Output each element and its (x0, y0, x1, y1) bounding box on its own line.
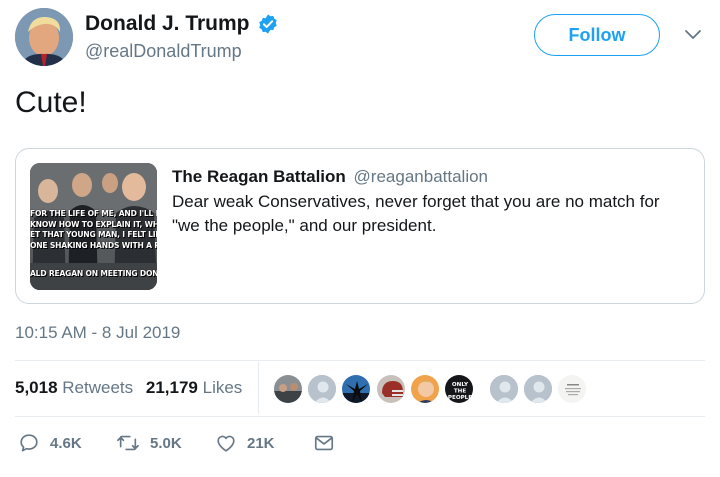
text-note-avatar (558, 375, 586, 403)
meme-caption-line: ET THAT YOUNG MAN, I FELT LIKE I W (30, 230, 157, 239)
liker-avatar[interactable] (557, 374, 587, 404)
quoted-tweet-media[interactable]: FOR THE LIFE OF ME, AND I'LL NEVER KNOW … (30, 163, 157, 290)
likes-count: 21,179 (145, 378, 198, 397)
likes-label: Likes (202, 378, 243, 397)
default-avatar (490, 375, 518, 403)
follow-button[interactable]: Follow (534, 14, 660, 56)
meme-caption-line: KNOW HOW TO EXPLAIN IT, WHEN I (30, 219, 157, 229)
reply-count: 4.6K (50, 434, 82, 452)
quoted-author-name[interactable]: The Reagan Battalion (172, 167, 346, 186)
liker-avatar[interactable] (410, 374, 440, 404)
liker-avatar[interactable] (489, 374, 519, 404)
football-helmet-avatar (377, 375, 405, 403)
quoted-tweet-card[interactable]: FOR THE LIFE OF ME, AND I'LL NEVER KNOW … (15, 148, 705, 304)
reply-action[interactable]: 4.6K (18, 432, 82, 454)
author-name-row: Donald J. Trump (85, 12, 279, 36)
tweet-stats: 5,018 Retweets 21,179 Likes (15, 378, 242, 398)
person-photo-avatar (411, 375, 439, 403)
author-avatar[interactable] (15, 8, 73, 66)
tweet-timestamp[interactable]: 10:15 AM - 8 Jul 2019 (15, 323, 180, 343)
retweet-icon (117, 435, 139, 451)
liker-avatar[interactable] (376, 374, 406, 404)
liker-avatar[interactable] (523, 374, 553, 404)
liker-avatar[interactable] (273, 374, 303, 404)
liker-avatar[interactable] (341, 374, 371, 404)
chevron-down-icon[interactable] (684, 28, 702, 42)
like-action[interactable]: 21K (215, 432, 275, 454)
divider (15, 360, 705, 361)
retweets-stat[interactable]: 5,018 Retweets (15, 378, 133, 397)
quoted-tweet-text: Dear weak Conservatives, never forget th… (172, 192, 660, 235)
silhouette-avatar (342, 375, 370, 403)
retweet-action[interactable]: 5.0K (116, 432, 182, 454)
group-photo-avatar (274, 375, 302, 403)
verified-badge-icon (258, 14, 277, 34)
meme-caption-line: FOR THE LIFE OF ME, AND I'LL NEVER (30, 209, 157, 218)
retweet-count: 5.0K (150, 434, 182, 452)
direct-message-action[interactable] (313, 432, 335, 454)
text-logo-avatar: ONLY THE PEOPLE (445, 375, 473, 403)
likes-stat[interactable]: 21,179 Likes (146, 378, 242, 397)
liker-avatar[interactable] (307, 374, 337, 404)
profile-photo (15, 8, 73, 66)
default-avatar (524, 375, 552, 403)
quoted-author-handle[interactable]: @reaganbattalion (354, 167, 488, 186)
envelope-icon (314, 435, 334, 451)
like-count: 21K (247, 434, 275, 452)
meme-caption-footer: ALD REAGAN ON MEETING DONALD T (30, 269, 157, 278)
svg-text:PEOPLE: PEOPLE (448, 395, 472, 401)
svg-text:ONLY: ONLY (452, 382, 469, 388)
reply-icon (20, 434, 38, 452)
retweets-count: 5,018 (15, 378, 58, 397)
svg-text:THE: THE (454, 389, 466, 395)
liker-avatar[interactable]: ONLY THE PEOPLE (444, 374, 474, 404)
quoted-tweet-header: The Reagan Battalion @reaganbattalion (172, 167, 488, 187)
divider (15, 416, 705, 417)
author-handle[interactable]: @realDonaldTrump (85, 41, 242, 62)
tweet-text: Cute! (15, 86, 87, 119)
default-avatar (308, 375, 336, 403)
author-display-name[interactable]: Donald J. Trump (85, 12, 250, 36)
retweets-label: Retweets (62, 378, 134, 397)
meme-caption-line: ONE SHAKING HANDS WITH A PRESI (30, 240, 157, 250)
heart-icon (217, 435, 235, 452)
stats-separator (258, 362, 259, 414)
